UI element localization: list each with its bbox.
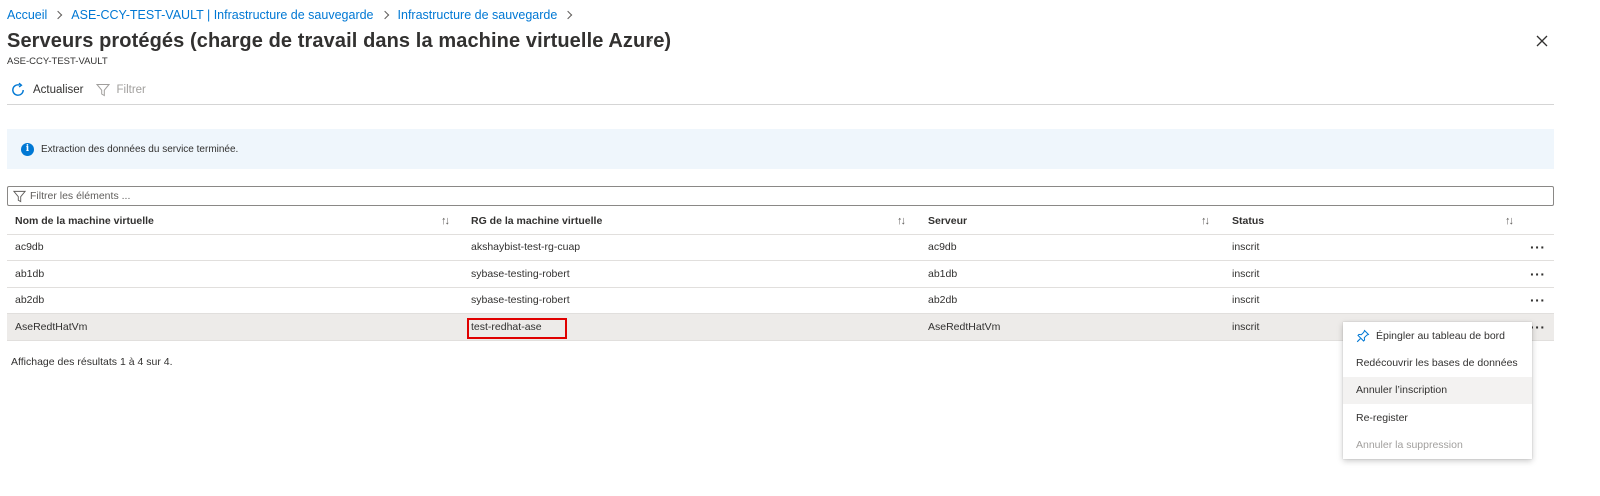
cell-vm-rg: sybase-testing-robert bbox=[471, 267, 570, 280]
toolbar-divider bbox=[7, 104, 1554, 105]
toolbar: Actualiser Filtrer bbox=[10, 81, 158, 99]
menu-item-label: Redécouvrir les bases de données bbox=[1356, 357, 1518, 370]
menu-item-label: Épingler au tableau de bord bbox=[1376, 329, 1506, 342]
chevron-right-icon bbox=[54, 10, 63, 20]
chevron-right-icon bbox=[564, 10, 573, 20]
cell-server: ab1db bbox=[928, 267, 958, 280]
breadcrumb-vault-link[interactable]: ASE-CCY-TEST-VAULT | Infrastructure de s… bbox=[71, 8, 373, 22]
cell-vm-rg: akshaybist-test-rg-cuap bbox=[471, 241, 581, 254]
row-more-button[interactable]: ··· bbox=[1530, 261, 1546, 287]
cell-server: ac9db bbox=[928, 241, 957, 254]
menu-item-unregister[interactable]: Annuler l’inscription bbox=[1343, 376, 1532, 405]
cell-vm-name: ac9db bbox=[15, 241, 44, 254]
table-row-selected[interactable]: AseRedtHatVm test-redhat-ase AseRedtHatV… bbox=[7, 314, 1554, 341]
menu-item-pin-dashboard[interactable]: Épingler au tableau de bord bbox=[1343, 322, 1532, 349]
breadcrumb-home-link[interactable]: Accueil bbox=[7, 8, 47, 22]
sort-icon[interactable]: ↑↓ bbox=[897, 215, 906, 227]
column-header-vm-rg[interactable]: RG de la machine virtuelle bbox=[471, 208, 602, 234]
refresh-label: Actualiser bbox=[33, 84, 84, 96]
filter-button[interactable]: Filtrer bbox=[95, 83, 146, 97]
more-options-button[interactable]: ··· bbox=[648, 32, 667, 50]
cell-status: inscrit bbox=[1232, 267, 1260, 280]
results-count: Affichage des résultats 1 à 4 sur 4. bbox=[11, 356, 173, 368]
cell-vm-rg: test-redhat-ase bbox=[471, 320, 542, 333]
filter-label: Filtrer bbox=[116, 84, 146, 96]
breadcrumb: Accueil ASE-CCY-TEST-VAULT | Infrastruct… bbox=[7, 7, 581, 23]
cell-status: inscrit bbox=[1232, 320, 1260, 333]
close-icon[interactable] bbox=[1534, 33, 1550, 49]
page-title: Serveurs protégés (charge de travail dan… bbox=[7, 30, 672, 52]
table-row[interactable]: ab1db sybase-testing-robert ab1db inscri… bbox=[7, 261, 1554, 288]
chevron-right-icon bbox=[380, 10, 389, 20]
sort-icon[interactable]: ↑↓ bbox=[441, 215, 450, 227]
context-menu: Épingler au tableau de bord Redécouvrir … bbox=[1343, 322, 1532, 459]
column-header-status[interactable]: Status bbox=[1232, 208, 1264, 234]
table-row[interactable]: ab2db sybase-testing-robert ab2db inscri… bbox=[7, 288, 1554, 314]
refresh-button[interactable]: Actualiser bbox=[10, 82, 84, 98]
column-header-server[interactable]: Serveur bbox=[928, 208, 967, 234]
cell-status: inscrit bbox=[1232, 294, 1260, 307]
refresh-icon bbox=[12, 82, 24, 96]
cell-server: AseRedtHatVm bbox=[928, 320, 1001, 333]
menu-item-reregister[interactable]: Re-register bbox=[1343, 404, 1532, 431]
menu-item-rediscover-db[interactable]: Redécouvrir les bases de données bbox=[1343, 349, 1532, 376]
cell-vm-name: ab1db bbox=[15, 267, 45, 280]
cell-vm-rg: sybase-testing-robert bbox=[471, 294, 570, 307]
servers-table: Nom de la machine virtuelle ↑↓ RG de la … bbox=[7, 208, 1554, 341]
menu-item-label: Annuler l’inscription bbox=[1356, 384, 1448, 397]
filter-icon bbox=[13, 190, 26, 202]
cell-vm-name: AseRedtHatVm bbox=[15, 320, 88, 333]
info-bar: i Extraction des données du service term… bbox=[7, 129, 1554, 169]
table-row[interactable]: ac9db akshaybist-test-rg-cuap ac9db insc… bbox=[7, 235, 1554, 261]
pin-icon bbox=[1356, 329, 1370, 342]
menu-item-label: Annuler la suppression bbox=[1356, 439, 1463, 452]
row-more-button[interactable]: ··· bbox=[1530, 235, 1546, 261]
filter-icon bbox=[95, 84, 110, 97]
filter-items-input[interactable]: Filtrer les éléments ... bbox=[7, 186, 1554, 206]
sort-icon[interactable]: ↑↓ bbox=[1201, 215, 1210, 227]
table-header: Nom de la machine virtuelle ↑↓ RG de la … bbox=[7, 208, 1554, 235]
menu-item-label: Re-register bbox=[1356, 411, 1408, 424]
info-icon: i bbox=[21, 142, 34, 156]
page-subtitle: ASE-CCY-TEST-VAULT bbox=[7, 56, 108, 67]
sort-icon[interactable]: ↑↓ bbox=[1505, 215, 1514, 227]
info-message: Extraction des données du service termin… bbox=[41, 143, 239, 155]
cell-status: inscrit bbox=[1232, 241, 1260, 254]
filter-placeholder: Filtrer les éléments ... bbox=[30, 190, 131, 202]
breadcrumb-infrastructure-link[interactable]: Infrastructure de sauvegarde bbox=[398, 8, 558, 22]
menu-item-undo-delete: Annuler la suppression bbox=[1343, 432, 1532, 459]
cell-server: ab2db bbox=[928, 294, 958, 307]
row-more-button[interactable]: ··· bbox=[1530, 288, 1546, 314]
cell-vm-name: ab2db bbox=[15, 294, 45, 307]
column-header-vm-name[interactable]: Nom de la machine virtuelle bbox=[15, 208, 154, 234]
row-more-button[interactable]: ··· bbox=[1530, 314, 1546, 340]
